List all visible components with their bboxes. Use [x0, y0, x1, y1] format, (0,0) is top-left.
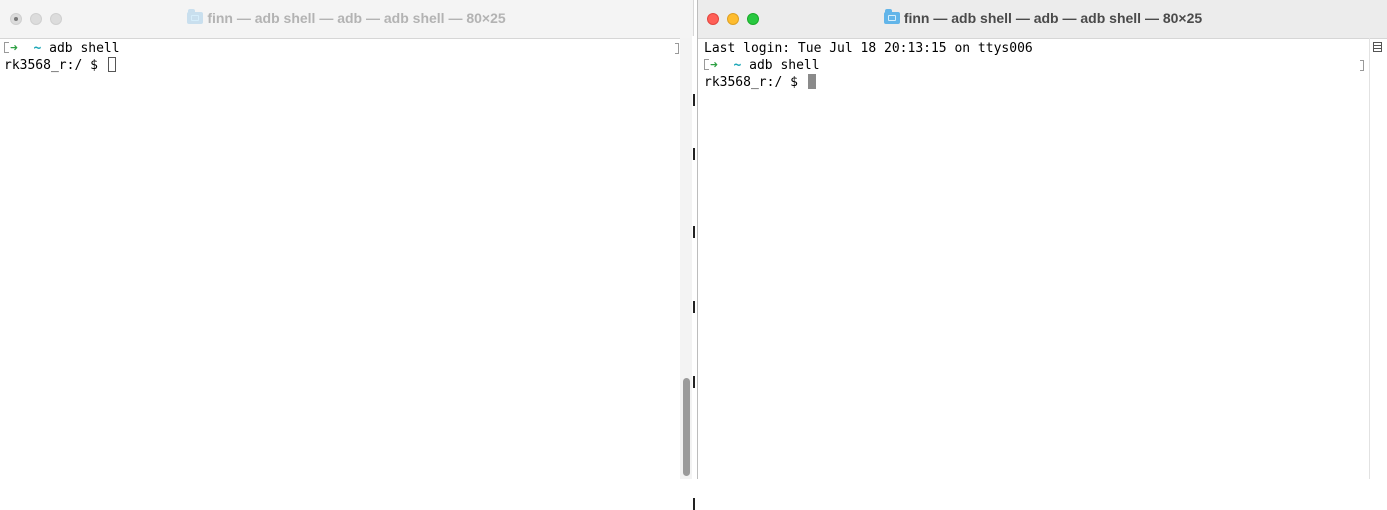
last-login-text: Last login: Tue Jul 18 20:13:15 on ttys0… [704, 41, 1033, 56]
window-title-text: finn — adb shell — adb — adb shell — 80×… [903, 10, 1203, 26]
prompt-arrow: ➜ [10, 41, 18, 56]
folder-icon [883, 9, 900, 24]
terminal-content[interactable]: ➜ ~ adb shell rk3568_r:/ $ [4, 40, 671, 479]
terminal-line: Last login: Tue Jul 18 20:13:15 on ttys0… [704, 40, 1366, 57]
terminal-content[interactable]: Last login: Tue Jul 18 20:13:15 on ttys0… [704, 40, 1366, 479]
window-title: finn — adb shell — adb — adb shell — 80×… [698, 9, 1387, 26]
command-text: adb shell [749, 58, 820, 73]
title-bar[interactable]: finn — adb shell — adb — adb shell — 80×… [0, 0, 693, 39]
terminal-line: rk3568_r:/ $ [4, 57, 671, 74]
shell-prompt: rk3568_r:/ $ [704, 75, 798, 90]
line-mark-end-icon [1360, 60, 1364, 71]
cursor-icon [807, 74, 816, 89]
command-text: adb shell [49, 41, 120, 56]
scrollbar-edge [1369, 38, 1370, 479]
window-title: finn — adb shell — adb — adb shell — 80×… [0, 9, 693, 26]
window-title-text: finn — adb shell — adb — adb shell — 80×… [207, 10, 506, 26]
folder-icon [187, 9, 204, 24]
line-mark-end-icon [675, 43, 679, 54]
prompt-arrow: ➜ [710, 58, 718, 73]
line-mark-icon [704, 59, 709, 70]
terminal-window-left[interactable]: finn — adb shell — adb — adb shell — 80×… [0, 0, 694, 479]
shell-prompt: rk3568_r:/ $ [4, 58, 98, 73]
terminal-window-right[interactable]: finn — adb shell — adb — adb shell — 80×… [697, 0, 1387, 479]
document-icon[interactable] [1373, 42, 1382, 52]
terminal-line: ➜ ~ adb shell [704, 57, 1366, 74]
terminal-line: rk3568_r:/ $ [704, 74, 1366, 91]
title-bar[interactable]: finn — adb shell — adb — adb shell — 80×… [698, 0, 1387, 39]
scrollbar-thumb[interactable] [683, 378, 690, 476]
line-mark-icon [4, 42, 9, 53]
prompt-directory: ~ [33, 41, 42, 56]
cursor-icon [107, 57, 116, 72]
terminal-line: ➜ ~ adb shell [4, 40, 671, 57]
window-divider [692, 36, 696, 510]
prompt-directory: ~ [733, 58, 742, 73]
